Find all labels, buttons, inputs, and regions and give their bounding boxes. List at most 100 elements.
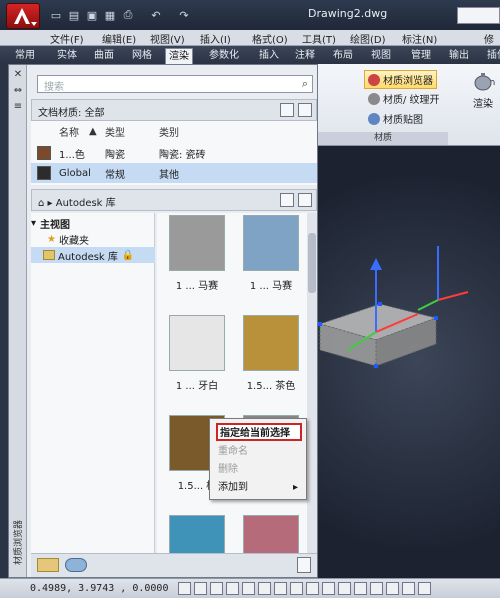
ducs-icon[interactable] [290, 582, 303, 595]
menu-edit[interactable]: 编辑(E) [102, 31, 136, 46]
tab-home[interactable]: 常用 [12, 48, 38, 64]
quick-properties-icon[interactable] [354, 582, 367, 595]
document-materials-filter[interactable]: 文档材质: 全部 [38, 104, 105, 119]
table-row[interactable]: 1...色 陶瓷 陶瓷: 瓷砖 [31, 143, 317, 163]
print-icon[interactable]: ⎙ [120, 7, 136, 23]
menu-view[interactable]: 视图(V) [150, 31, 185, 46]
material-thumbnail[interactable] [243, 315, 299, 371]
tab-insert[interactable]: 插入 [256, 48, 282, 64]
menu-file[interactable]: 文件(F) [50, 31, 84, 46]
material-thumbnail[interactable] [169, 315, 225, 371]
lineweight-icon[interactable] [322, 582, 335, 595]
properties-icon[interactable]: ≡ [12, 101, 24, 113]
tab-parametric[interactable]: 参数化 [206, 48, 242, 64]
menu-format[interactable]: 格式(O) [252, 31, 288, 46]
save-icon[interactable]: ▣ [84, 7, 100, 23]
show-hide-library-icon[interactable] [280, 103, 294, 117]
scrollbar-thumb[interactable] [308, 233, 316, 293]
column-name[interactable]: 名称 [59, 124, 79, 139]
material-texture-label: 材质/ 纹理开 [383, 95, 440, 106]
thumbnail-label: 1 ... 马赛 [175, 281, 219, 292]
material-thumbnail[interactable] [169, 215, 225, 271]
assign-to-selection-menu-item[interactable]: 指定给当前选择 [216, 423, 302, 441]
material-texture-toggle[interactable]: 材质/ 纹理开 [368, 91, 440, 106]
title-bar: ▭ ▤ ▣ ▦ ⎙ ↶ ↷ Drawing2.dwg [0, 0, 500, 30]
grip [374, 364, 378, 368]
workspace-icon[interactable] [418, 582, 431, 595]
home-icon[interactable]: ⌂ [38, 198, 44, 209]
add-to-menu-item[interactable]: 添加到 ▸ [216, 479, 302, 497]
selection-cycling-icon[interactable] [370, 582, 383, 595]
create-material-icon[interactable] [65, 558, 87, 572]
library-breadcrumb[interactable]: ⌂ ▸ Autodesk 库 [38, 194, 116, 209]
library-bar: ⌂ ▸ Autodesk 库 [31, 189, 317, 211]
material-thumbnail[interactable] [169, 515, 225, 553]
material-mapping-button[interactable]: 材质贴图 [368, 111, 423, 126]
library-options-icon[interactable] [298, 193, 312, 207]
undo-icon[interactable]: ↶ [148, 7, 164, 23]
palette-bottom-toolbar [31, 553, 317, 577]
tab-plugins[interactable]: 插件 [484, 48, 500, 64]
model-space-icon[interactable] [402, 582, 415, 595]
new-icon[interactable]: ▭ [48, 7, 64, 23]
render-button[interactable]: 渲染 [468, 70, 498, 110]
tab-solid[interactable]: 实体 [54, 48, 80, 64]
star-icon: ★ [47, 233, 56, 245]
tree-item-autodesk-library[interactable]: Autodesk 库 🔒 [31, 247, 155, 263]
3d-osnap-icon[interactable] [258, 582, 271, 595]
autohide-icon[interactable]: ⇔ [12, 85, 24, 97]
material-browser-button[interactable]: 材质浏览器 [364, 70, 437, 89]
info-center-box[interactable] [457, 7, 500, 24]
application-menu-button[interactable] [6, 3, 40, 29]
tree-item-favorites[interactable]: ★ 收藏夹 [31, 231, 155, 247]
column-type[interactable]: 类型 [105, 124, 125, 139]
otrack-icon[interactable] [274, 582, 287, 595]
tab-mesh[interactable]: 网格 [129, 48, 155, 64]
menu-tools[interactable]: 工具(T) [302, 31, 336, 46]
expand-icon[interactable]: ▾ [31, 218, 36, 229]
coordinate-readout: 0.4989, 3.9743 , 0.0000 [30, 583, 169, 594]
redo-icon[interactable]: ↷ [176, 7, 192, 23]
osnap-icon[interactable] [242, 582, 255, 595]
material-search-input[interactable]: 搜索 ⌕ [37, 75, 313, 93]
open-icon[interactable]: ▤ [66, 7, 82, 23]
tab-surface[interactable]: 曲面 [91, 48, 117, 64]
grid-icon[interactable] [194, 582, 207, 595]
material-editor-icon[interactable] [297, 557, 311, 573]
column-category[interactable]: 类别 [159, 124, 179, 139]
tab-output[interactable]: 输出 [446, 48, 472, 64]
close-icon[interactable]: ✕ [12, 69, 24, 81]
tab-view[interactable]: 视图 [368, 48, 394, 64]
ortho-icon[interactable] [210, 582, 223, 595]
menu-draw[interactable]: 绘图(D) [350, 31, 386, 46]
thumbnail-label: 1.5... 茶色 [246, 381, 296, 392]
rename-menu-item[interactable]: 重命名 [216, 443, 302, 461]
view-options-icon[interactable] [298, 103, 312, 117]
menu-insert[interactable]: 插入(I) [200, 31, 231, 46]
annotation-monitor-icon[interactable] [386, 582, 399, 595]
thumbnail-scrollbar[interactable] [307, 213, 317, 553]
tab-annotate[interactable]: 注释 [292, 48, 318, 64]
tab-manage[interactable]: 管理 [408, 48, 434, 64]
transparency-icon[interactable] [338, 582, 351, 595]
materials-panel-title[interactable]: 材质 [318, 132, 448, 145]
drawing-viewport[interactable] [318, 146, 500, 578]
library-manage-icon[interactable] [37, 558, 59, 572]
material-swatch [37, 146, 51, 160]
polar-icon[interactable] [226, 582, 239, 595]
material-thumbnail[interactable] [243, 215, 299, 271]
tree-item-home[interactable]: ▾ 主视图 [31, 215, 155, 231]
search-icon[interactable]: ⌕ [302, 77, 308, 91]
menu-modify[interactable]: 修 [484, 31, 494, 46]
dyn-icon[interactable] [306, 582, 319, 595]
delete-menu-item[interactable]: 删除 [216, 461, 302, 479]
save-as-icon[interactable]: ▦ [102, 7, 118, 23]
sort-ascending-icon: ▲ [89, 125, 97, 137]
tab-layout[interactable]: 布局 [330, 48, 356, 64]
snap-icon[interactable] [178, 582, 191, 595]
library-view-icon[interactable] [280, 193, 294, 207]
material-thumbnail[interactable] [243, 515, 299, 553]
table-row[interactable]: Global 常规 其他 [31, 163, 317, 183]
menu-dimension[interactable]: 标注(N) [402, 31, 437, 46]
tab-render[interactable]: 渲染 [165, 48, 193, 64]
